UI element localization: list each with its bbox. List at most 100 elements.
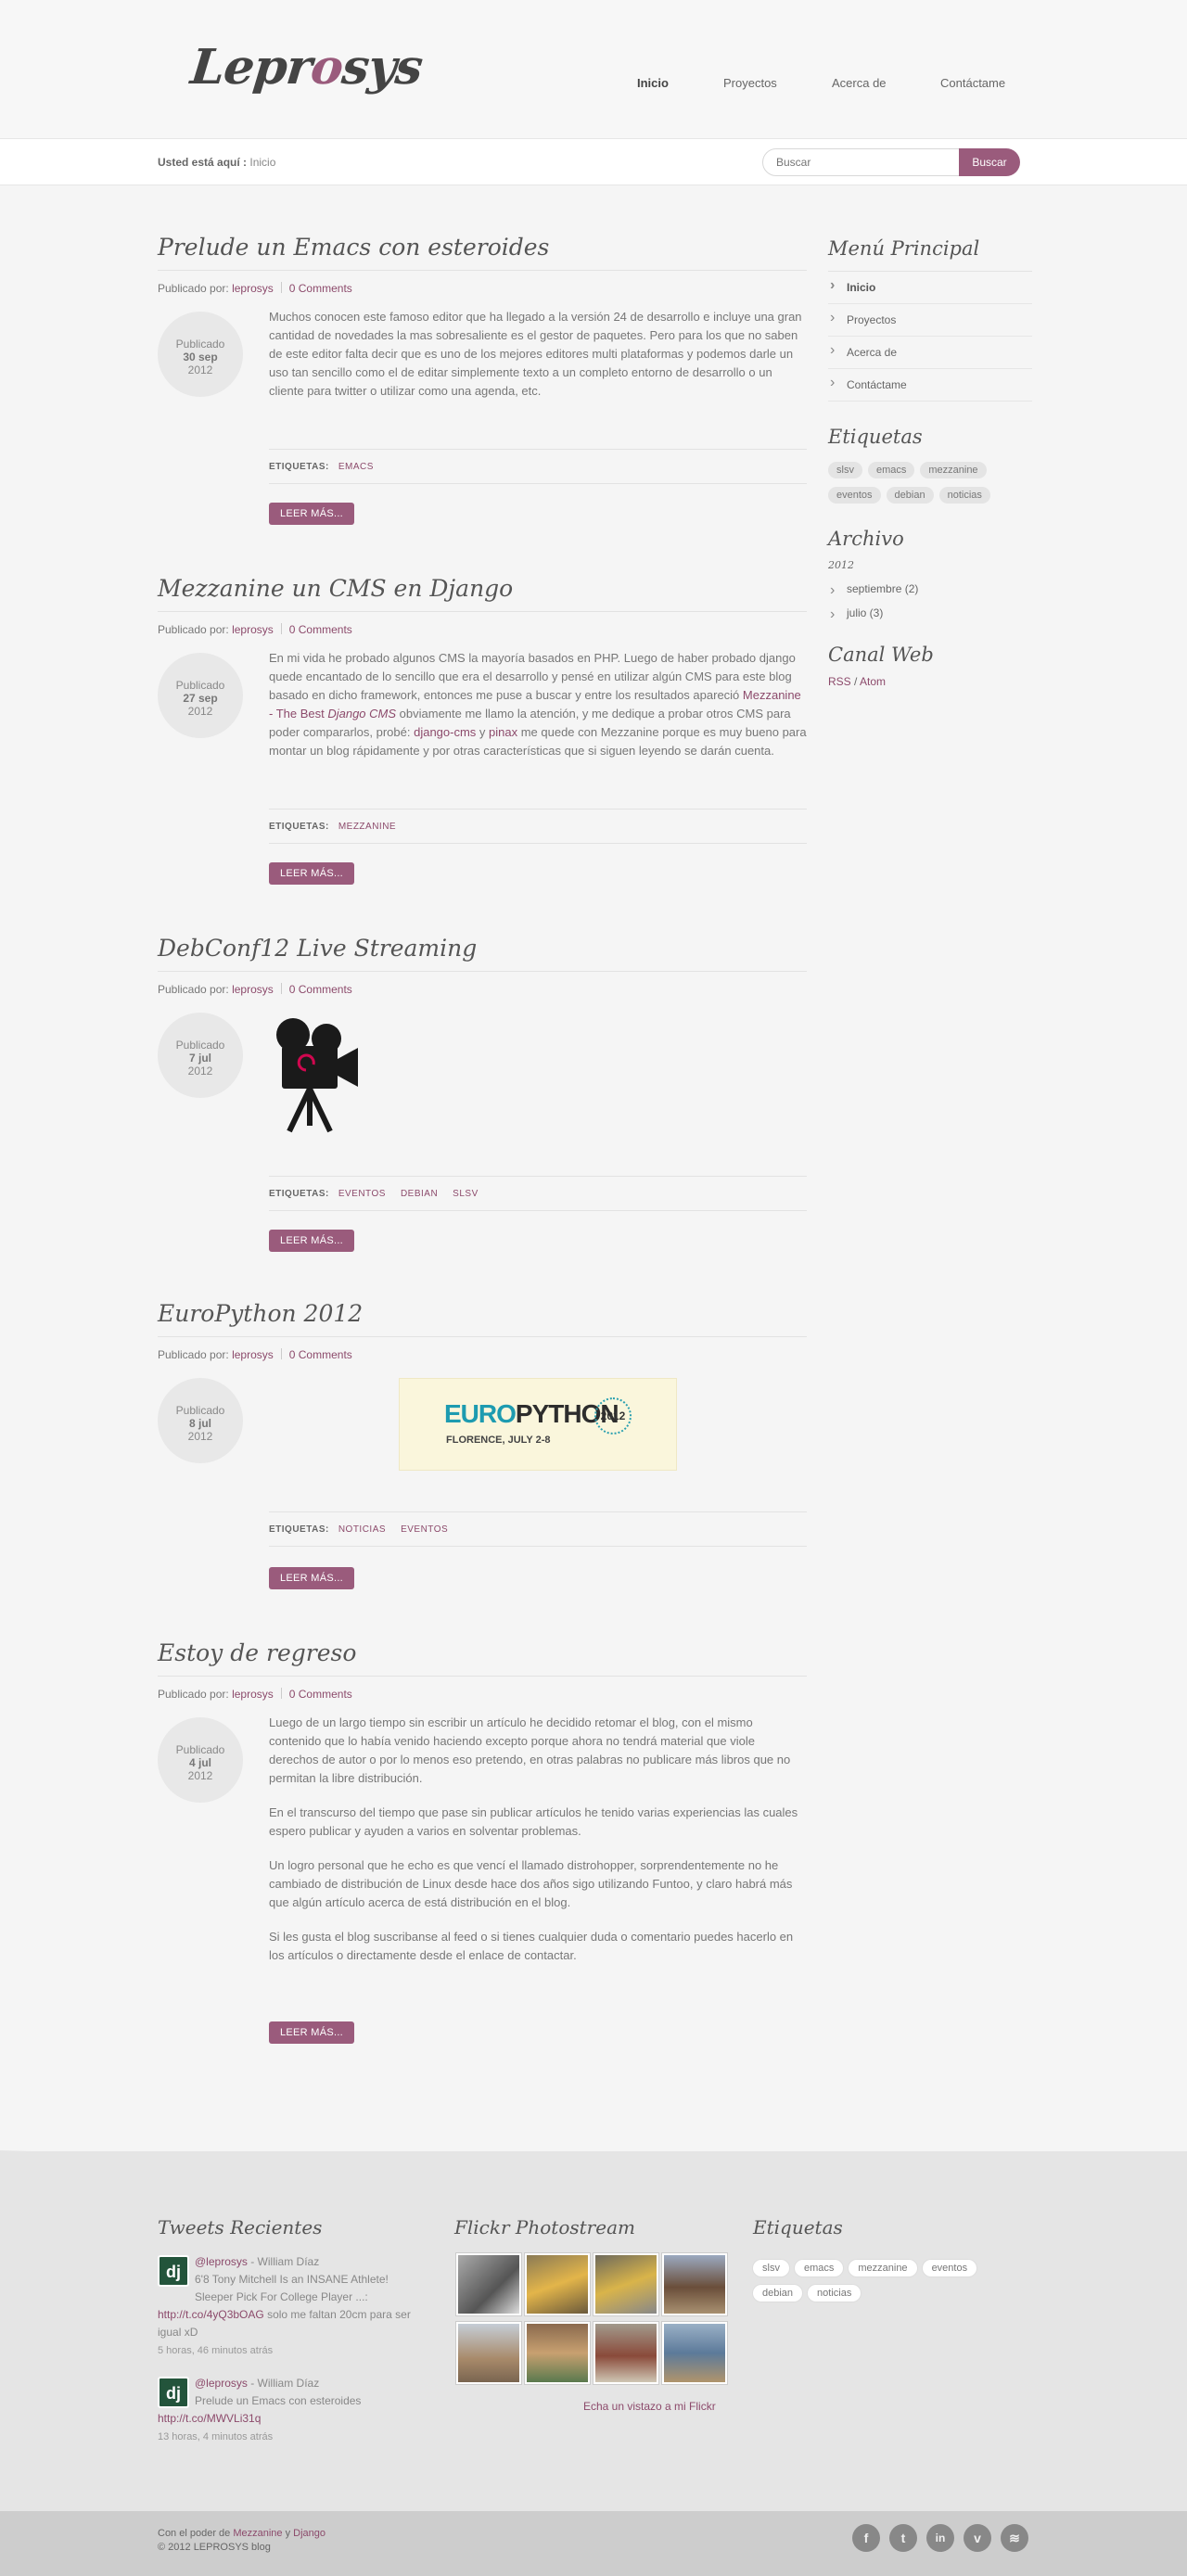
footer-tweets: Tweets Recientes dj @leprosys - William … <box>158 2216 427 2446</box>
tag-pill[interactable]: noticias <box>808 2285 862 2302</box>
tag-pill[interactable]: eventos <box>828 487 881 504</box>
date-label: Publicado <box>175 1404 225 1417</box>
site-logo[interactable]: Leprosys <box>188 39 425 96</box>
author-link[interactable]: leprosys <box>232 1348 274 1361</box>
linkedin-icon[interactable]: in <box>926 2524 954 2552</box>
read-more-button[interactable]: LEER MÁS... <box>269 503 354 525</box>
footer-tags-title: Etiquetas <box>753 2216 843 2238</box>
author-link[interactable]: leprosys <box>232 983 274 996</box>
tag-link[interactable]: NOTICIAS <box>338 1524 386 1535</box>
tag-link[interactable]: SLSV <box>453 1189 479 1199</box>
flickr-photo[interactable] <box>594 2322 658 2384</box>
rss-link[interactable]: RSS <box>828 675 851 688</box>
tag-pill[interactable]: slsv <box>753 2260 789 2276</box>
date-day: 27 sep <box>183 692 218 705</box>
post-title[interactable]: Prelude un Emacs con esteroides <box>158 234 807 271</box>
facebook-icon[interactable]: f <box>852 2524 880 2552</box>
django-footer-link[interactable]: Django <box>293 2528 325 2539</box>
flickr-photo[interactable] <box>662 2253 727 2315</box>
flickr-link[interactable]: Echa un vistazo a mi Flickr <box>583 2400 716 2413</box>
django-cms-link[interactable]: django-cms <box>414 725 476 739</box>
powered-text: Con el poder de <box>158 2528 234 2539</box>
author-link[interactable]: leprosys <box>232 1688 274 1701</box>
author-link[interactable]: leprosys <box>232 282 274 295</box>
tweet-link[interactable]: http://t.co/MWVLi31q <box>158 2412 261 2425</box>
tag-pill[interactable]: mezzanine <box>920 462 987 478</box>
post-paragraph: Muchos conocen este famoso editor que ha… <box>269 310 802 398</box>
sidebar-item-acerca[interactable]: Acerca de <box>828 337 1032 369</box>
archive-item[interactable]: septiembre (2) <box>828 577 1032 601</box>
nav-inicio[interactable]: Inicio <box>637 76 669 90</box>
post-date-badge: Publicado 4 jul 2012 <box>158 1717 243 1803</box>
banner-title: EUROPYTHON <box>444 1399 619 1429</box>
nav-acerca[interactable]: Acerca de <box>832 76 887 90</box>
comments-link[interactable]: 0 Comments <box>289 983 352 996</box>
read-more-button[interactable]: LEER MÁS... <box>269 1567 354 1589</box>
nav-proyectos[interactable]: Proyectos <box>723 76 777 90</box>
tag-link[interactable]: DEBIAN <box>401 1189 438 1199</box>
author-link[interactable]: leprosys <box>232 623 274 636</box>
post-title[interactable]: EuroPython 2012 <box>158 1300 807 1337</box>
post-excerpt: Muchos conocen este famoso editor que ha… <box>269 308 807 416</box>
tag-pill[interactable]: emacs <box>794 2260 844 2276</box>
post-text: En mi vida he probado algunos CMS la may… <box>269 651 796 702</box>
search-input[interactable] <box>762 148 966 176</box>
read-more-button[interactable]: LEER MÁS... <box>269 1230 354 1252</box>
sidebar-item-contactame[interactable]: Contáctame <box>828 369 1032 402</box>
read-more-button[interactable]: LEER MÁS... <box>269 862 354 885</box>
date-day: 8 jul <box>188 1417 211 1430</box>
flickr-photo[interactable] <box>525 2322 590 2384</box>
date-day: 30 sep <box>183 351 218 363</box>
archive-item[interactable]: julio (3) <box>828 601 1032 625</box>
site-header: Leprosys Inicio Proyectos Acerca de Cont… <box>0 0 1187 139</box>
tag-pill[interactable]: noticias <box>938 487 990 504</box>
post-title[interactable]: Mezzanine un CMS en Django <box>158 575 807 612</box>
archive-year: 2012 <box>828 559 854 571</box>
tag-pill[interactable]: slsv <box>828 462 862 478</box>
breadcrumb-current[interactable]: Inicio <box>249 156 275 169</box>
tag-link[interactable]: MEZZANINE <box>338 822 396 832</box>
twitter-icon[interactable]: t <box>889 2524 917 2552</box>
tweet-handle[interactable]: @leprosys <box>195 2255 248 2268</box>
tag-link[interactable]: EMACS <box>338 462 374 472</box>
vimeo-icon[interactable]: v <box>964 2524 991 2552</box>
flickr-photo[interactable] <box>456 2253 521 2315</box>
flickr-photo[interactable] <box>456 2322 521 2384</box>
sidebar-menu-title: Menú Principal <box>828 237 1032 272</box>
post-title[interactable]: DebConf12 Live Streaming <box>158 935 807 972</box>
tweet-link[interactable]: http://t.co/4yQ3bOAG <box>158 2308 264 2321</box>
copyright: Con el poder de Mezzanine y Django © 201… <box>158 2527 325 2555</box>
flickr-photo[interactable] <box>662 2322 727 2384</box>
meta-label: Publicado por: <box>158 1688 229 1701</box>
post-meta: Publicado por: leprosys 0 Comments <box>158 623 807 636</box>
tweet-handle[interactable]: @leprosys <box>195 2377 248 2390</box>
tag-pill[interactable]: eventos <box>922 2260 977 2276</box>
date-label: Publicado <box>175 1743 225 1756</box>
flickr-photo[interactable] <box>525 2253 590 2315</box>
date-year: 2012 <box>187 1065 213 1078</box>
date-label: Publicado <box>175 1039 225 1052</box>
tag-link[interactable]: EVENTOS <box>338 1189 386 1199</box>
sidebar-item-proyectos[interactable]: Proyectos <box>828 304 1032 337</box>
comments-link[interactable]: 0 Comments <box>289 1688 352 1701</box>
comments-link[interactable]: 0 Comments <box>289 1348 352 1361</box>
flickr-photo[interactable] <box>594 2253 658 2315</box>
feed-links: RSS / Atom <box>828 675 1032 688</box>
post-title[interactable]: Estoy de regreso <box>158 1639 807 1677</box>
post-date-badge: Publicado 27 sep 2012 <box>158 653 243 738</box>
rss-icon[interactable]: ≋ <box>1001 2524 1028 2552</box>
atom-link[interactable]: Atom <box>860 675 886 688</box>
tag-link[interactable]: EVENTOS <box>401 1524 448 1535</box>
search-button[interactable]: Buscar <box>959 148 1020 176</box>
tag-pill[interactable]: debian <box>753 2285 803 2302</box>
tag-pill[interactable]: mezzanine <box>849 2260 917 2276</box>
read-more-button[interactable]: LEER MÁS... <box>269 2021 354 2044</box>
tag-pill[interactable]: emacs <box>867 462 915 478</box>
mezzanine-footer-link[interactable]: Mezzanine <box>233 2528 282 2539</box>
nav-contactame[interactable]: Contáctame <box>940 76 1005 90</box>
sidebar-item-inicio[interactable]: Inicio <box>828 272 1032 304</box>
pinax-link[interactable]: pinax <box>489 725 517 739</box>
comments-link[interactable]: 0 Comments <box>289 623 352 636</box>
tag-pill[interactable]: debian <box>886 487 934 504</box>
comments-link[interactable]: 0 Comments <box>289 282 352 295</box>
